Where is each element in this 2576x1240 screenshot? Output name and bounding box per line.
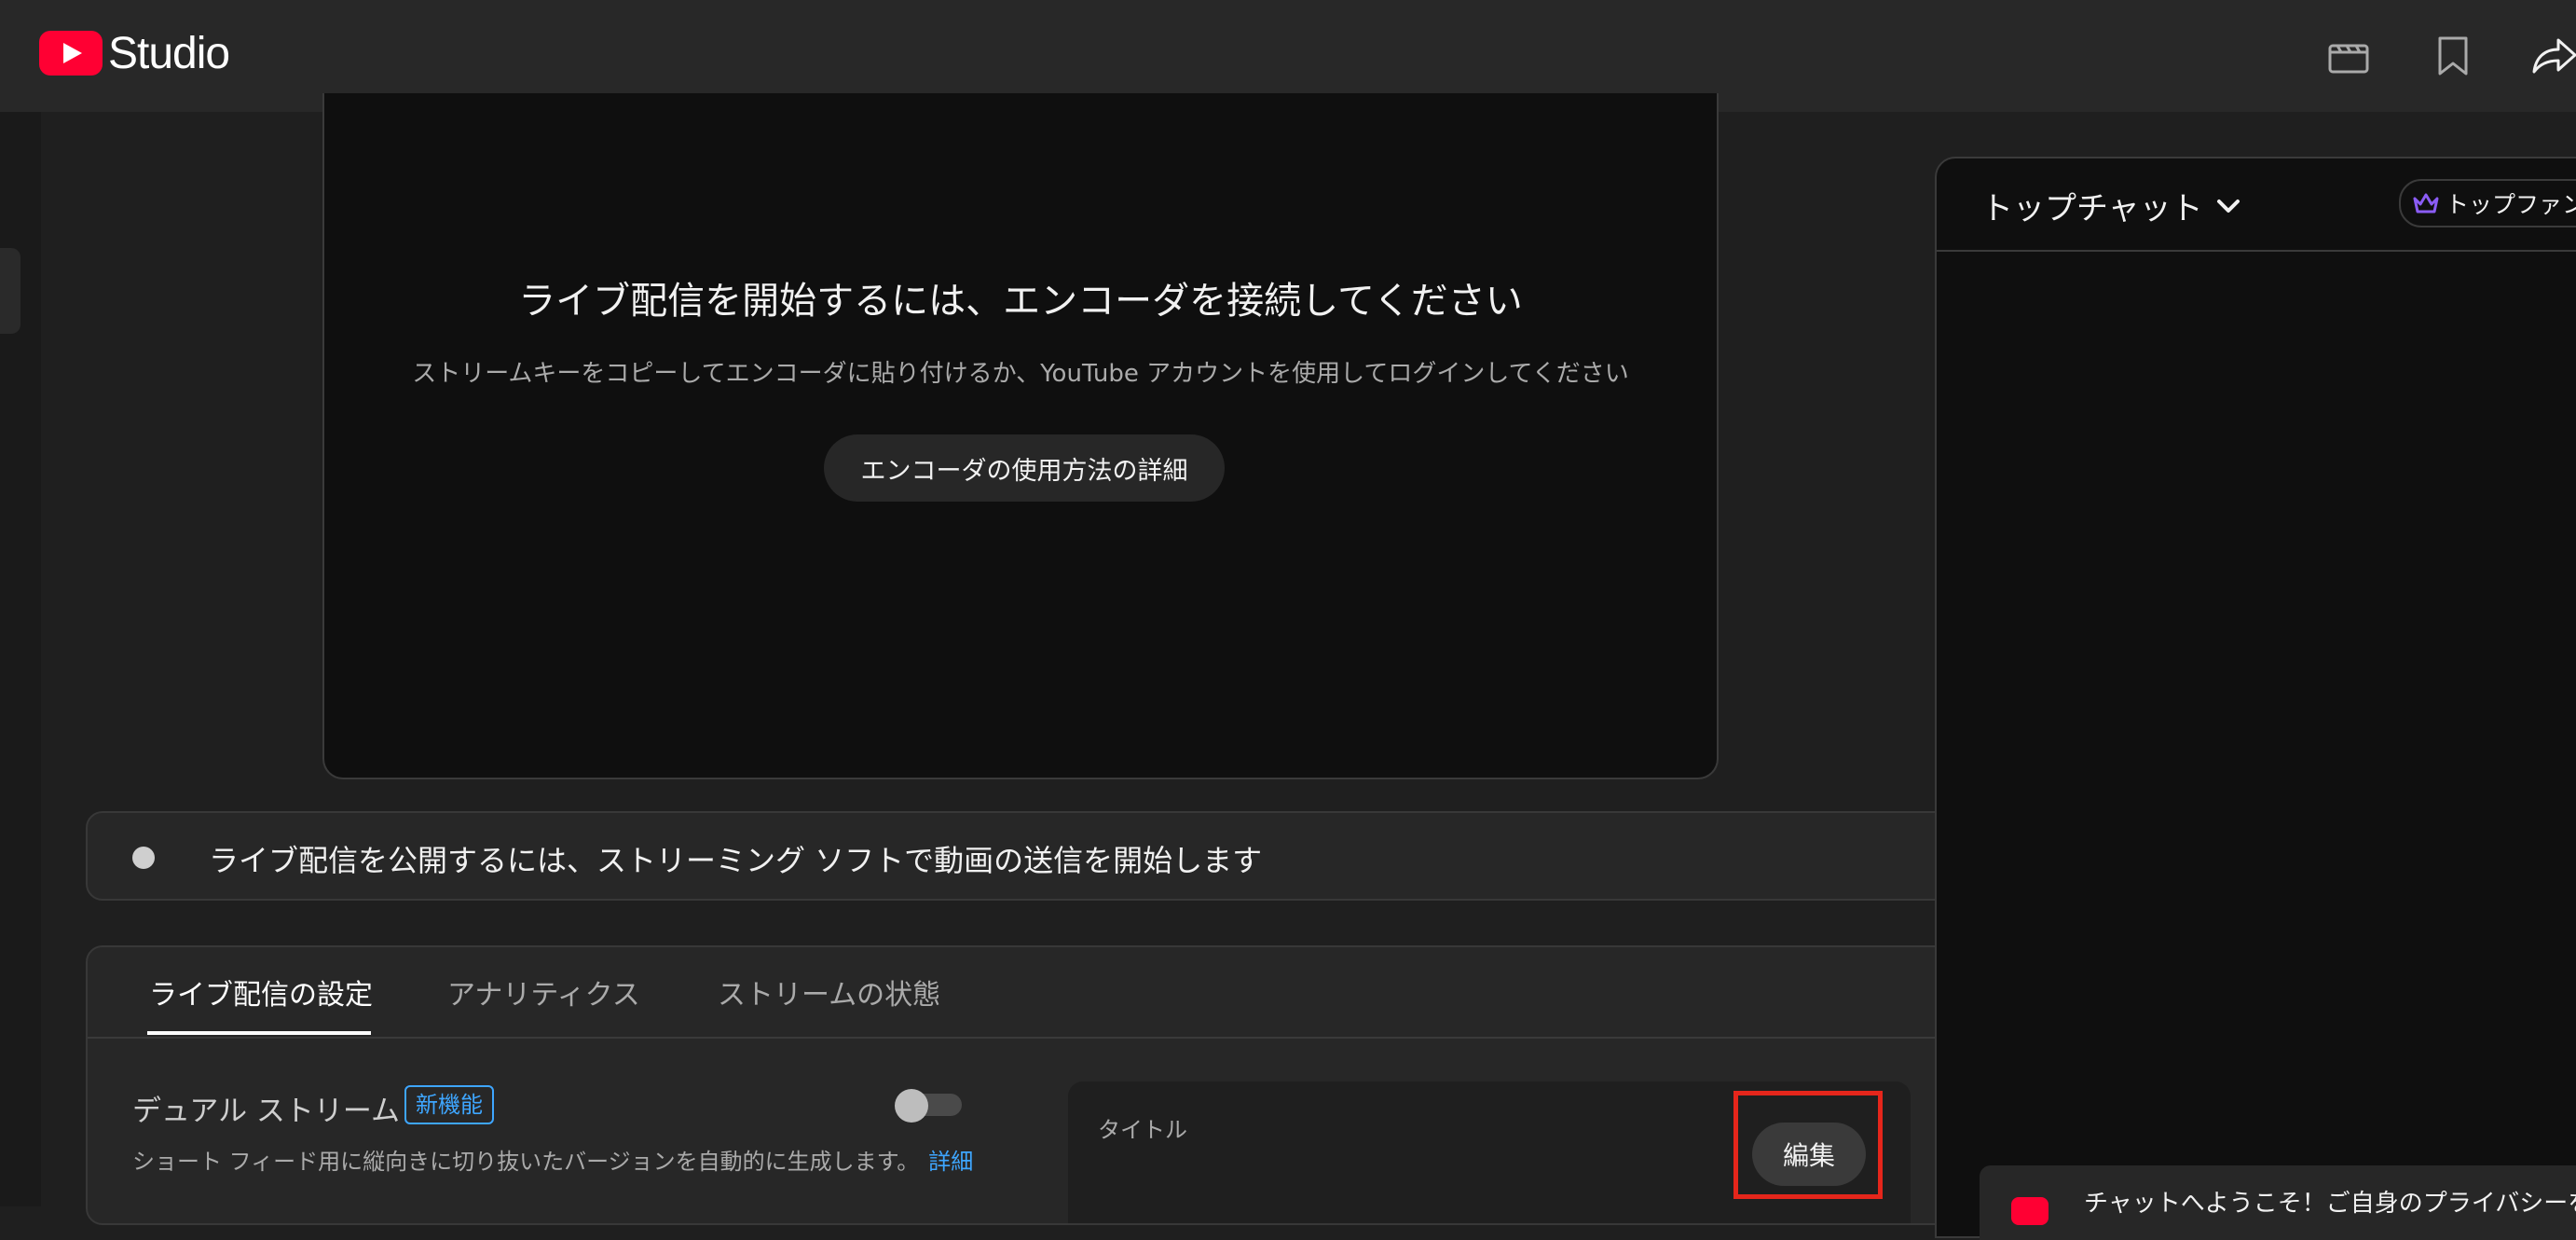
tab-analytics[interactable]: アナリティクス — [447, 971, 640, 1013]
status-text: ライブ配信を公開するには、ストリーミング ソフトで動画の送信を開始します — [209, 843, 1263, 878]
studio-logo[interactable]: Studio — [39, 28, 230, 78]
settings-tabs: ライブ配信の設定 アナリティクス ストリームの状態 — [88, 947, 2134, 1039]
title-label: タイトル — [1098, 1117, 1187, 1143]
chat-header: トップチャット トップファン — [1937, 158, 2576, 252]
stream-status-bar: ライブ配信を公開するには、ストリーミング ソフトで動画の送信を開始します — [86, 811, 2136, 901]
youtube-play-icon — [39, 31, 103, 76]
status-indicator — [132, 847, 155, 869]
live-chat-panel: トップチャット トップファン — [1935, 157, 2576, 1238]
top-fan-label: トップファン — [2446, 191, 2576, 218]
tab-stream-health[interactable]: ストリームの状態 — [718, 971, 940, 1013]
preview-title: ライブ配信を開始するには、エンコーダを接続してください — [518, 280, 1523, 323]
preview-subtitle: ストリームキーをコピーしてエンコーダに貼り付けるか、YouTube アカウントを… — [412, 360, 1629, 388]
bookmark-icon[interactable] — [2427, 30, 2479, 82]
toggle-knob — [895, 1089, 928, 1123]
tab-stream-settings[interactable]: ライブ配信の設定 — [149, 971, 373, 1013]
share-icon[interactable] — [2528, 30, 2576, 82]
crown-icon — [2413, 193, 2439, 214]
chat-mode-dropdown[interactable]: トップチャット — [1981, 183, 2244, 228]
stream-preview: ライブ配信を開始するには、エンコーダを接続してください ストリームキーをコピーし… — [322, 93, 1719, 779]
active-tab-indicator — [147, 1031, 371, 1035]
logo-text: Studio — [108, 28, 230, 78]
edit-button-highlight — [1733, 1091, 1883, 1199]
left-rail — [0, 112, 41, 1206]
dual-stream-label: デュアル ストリーム — [132, 1095, 400, 1128]
chat-title: トップチャット — [1981, 190, 2203, 227]
welcome-text: チャットへようこそ！ご自身のプライバシーを守 — [2084, 1190, 2576, 1218]
dual-stream-description-text: ショート フィード用に縦向きに切り抜いたバージョンを自動的に生成します。 — [132, 1149, 920, 1175]
rail-tab[interactable] — [0, 248, 21, 334]
dual-stream-toggle[interactable] — [895, 1089, 962, 1123]
dual-stream-description: ショート フィード用に縦向きに切り抜いたバージョンを自動的に生成します。 詳細 — [132, 1143, 973, 1176]
encoder-help-button[interactable]: エンコーダの使用方法の詳細 — [824, 434, 1225, 502]
new-feature-badge: 新機能 — [404, 1085, 494, 1124]
top-fan-chip[interactable]: トップファン — [2399, 179, 2576, 227]
learn-more-link[interactable]: 詳細 — [928, 1149, 973, 1175]
chevron-down-icon — [2216, 199, 2240, 213]
chat-welcome-banner: チャットへようこそ！ご自身のプライバシーを守 — [1980, 1165, 2576, 1240]
clapperboard-icon[interactable] — [2323, 30, 2375, 82]
youtube-icon — [2011, 1197, 2048, 1225]
